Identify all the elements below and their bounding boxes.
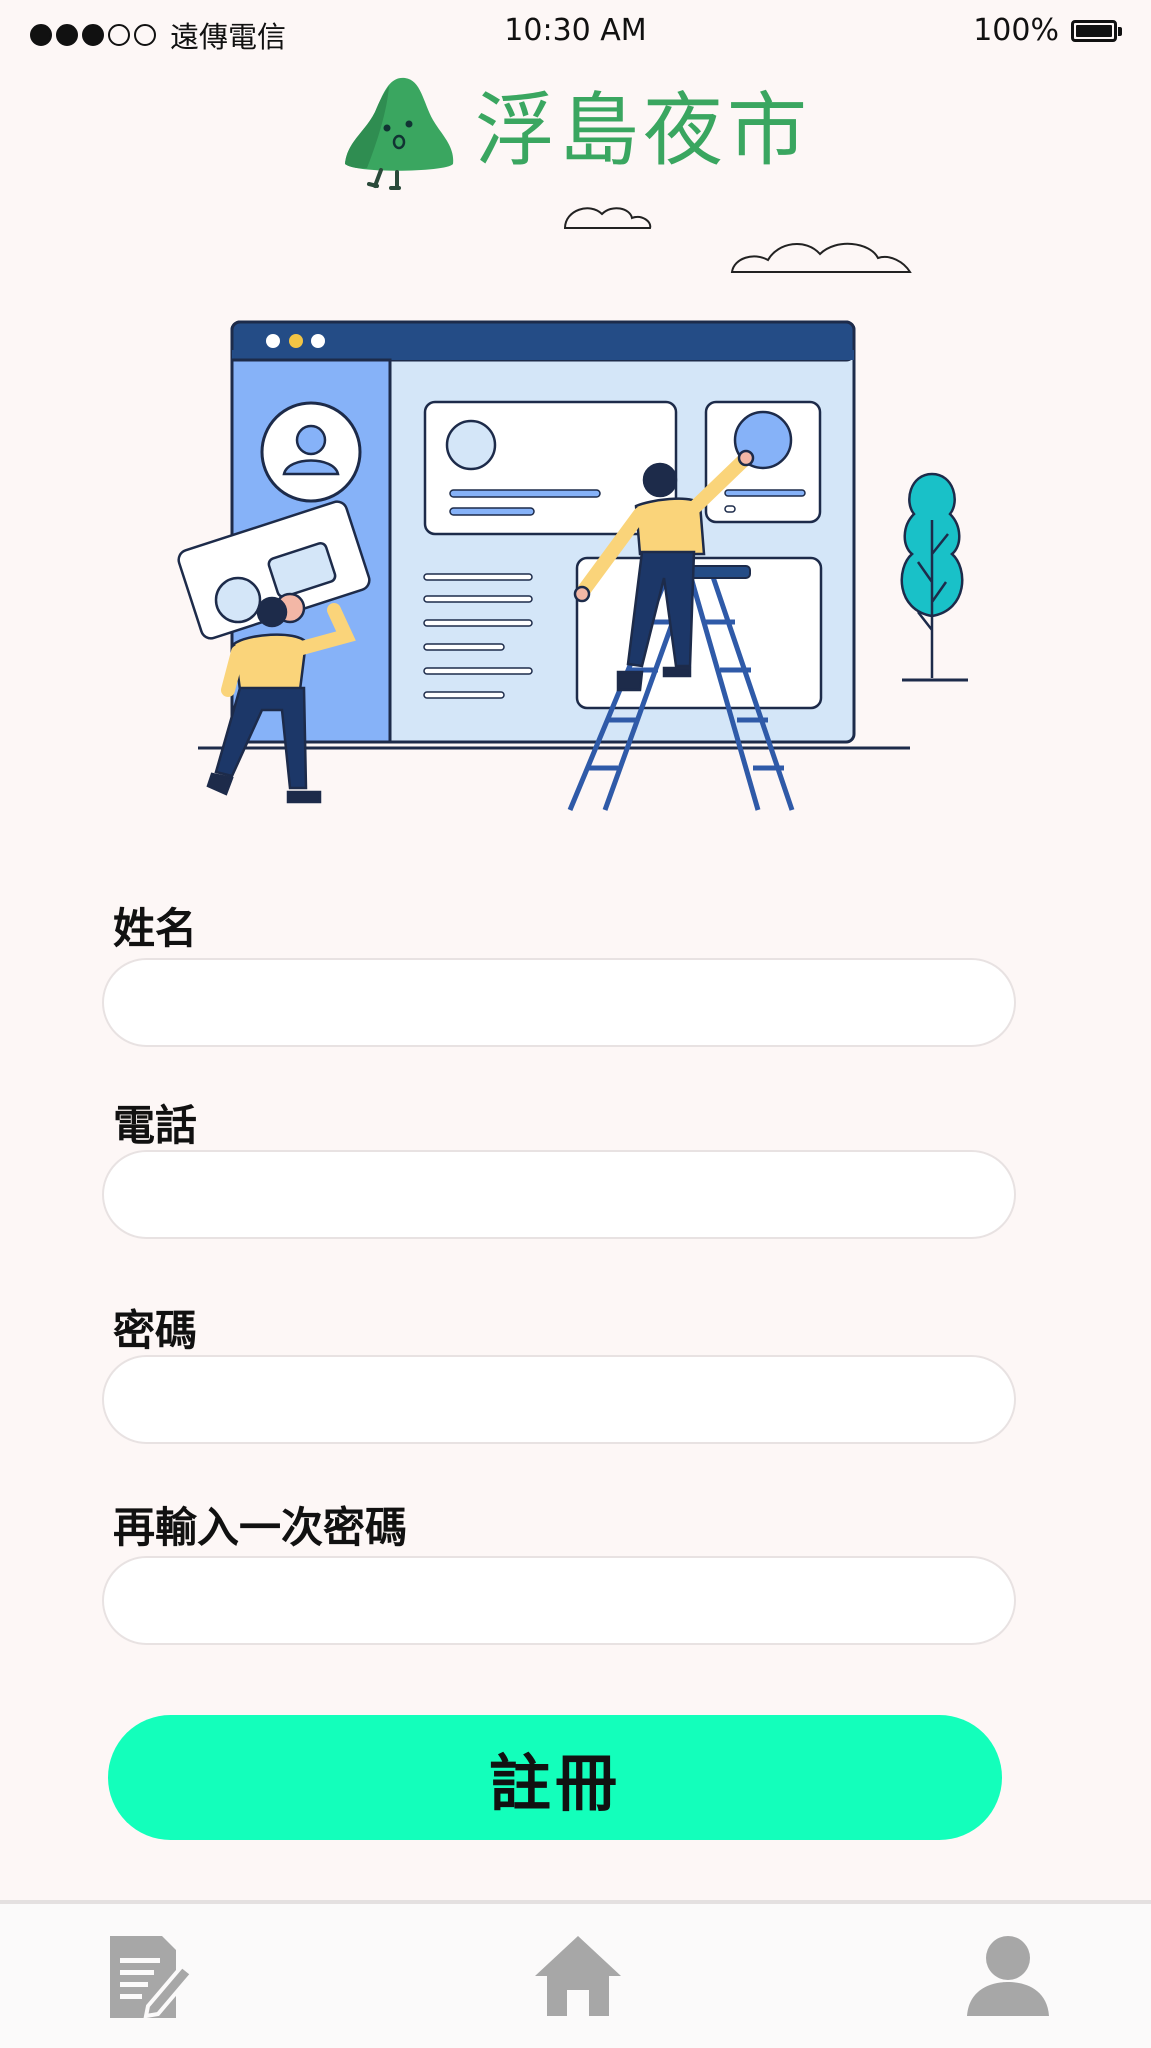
hero-illustration [177, 207, 968, 811]
status-right: 100% [973, 13, 1122, 48]
cloud-icon [563, 207, 912, 273]
status-bar: 遠傳電信 10:30 AM 100% [0, 0, 1151, 62]
confirm-password-input[interactable] [102, 1556, 1016, 1645]
user-icon [967, 1936, 1049, 2016]
phone-input[interactable] [102, 1150, 1016, 1239]
password-input[interactable] [102, 1355, 1016, 1444]
mascot-icon [345, 77, 454, 190]
tree-icon [900, 472, 968, 682]
password-label: 密碼 [113, 1306, 198, 1355]
name-input[interactable] [102, 958, 1016, 1047]
nav-item-profile[interactable] [963, 1932, 1053, 2022]
nav-item-home[interactable] [533, 1932, 623, 2022]
register-screen: 遠傳電信 10:30 AM 100% 浮島夜市 姓名 電話 密碼 再輸入一次密碼… [0, 0, 1151, 2048]
confirm-password-label: 再輸入一次密碼 [113, 1503, 408, 1552]
bottom-nav [0, 1904, 1151, 2048]
app-name: 浮島夜市 [475, 84, 811, 177]
register-button[interactable]: 註冊 [108, 1715, 1002, 1840]
phone-label: 電話 [113, 1101, 198, 1150]
document-edit-icon [110, 1936, 195, 2019]
app-logo: 浮島夜市 [337, 72, 811, 190]
home-icon [535, 1936, 621, 2016]
battery-percentage: 100% [973, 13, 1059, 48]
nav-item-document[interactable] [104, 1932, 195, 2022]
name-label: 姓名 [113, 904, 198, 953]
battery-icon [1071, 19, 1122, 42]
